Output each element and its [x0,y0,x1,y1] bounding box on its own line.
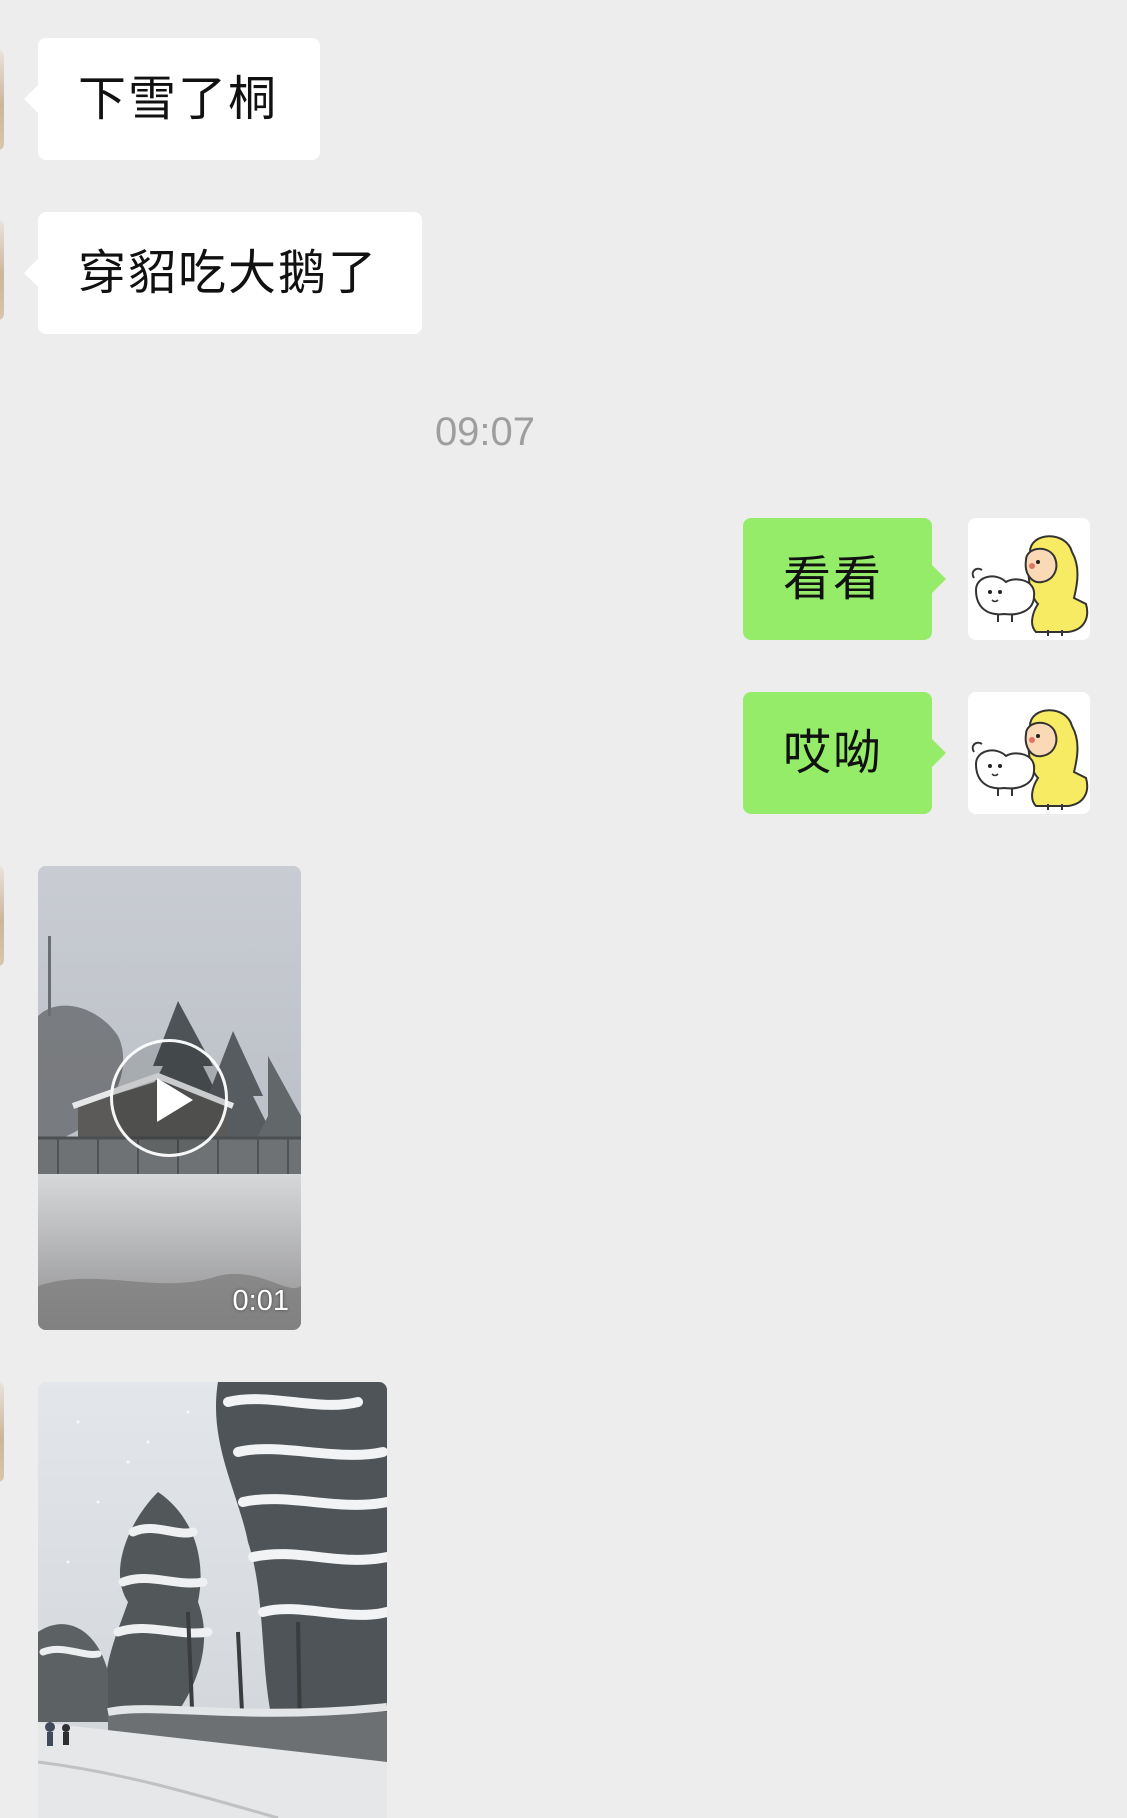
message-text: 下雪了桐 [78,71,279,127]
my-avatar[interactable] [968,692,1090,814]
sender-avatar-partial[interactable] [0,1382,4,1482]
my-avatar[interactable] [968,518,1090,640]
message-text: 看看 [783,551,884,607]
snow-photo-thumbnail [38,1382,387,1818]
message-timestamp: 09:07 [434,410,536,454]
sender-avatar-partial[interactable] [0,220,4,320]
incoming-message-bubble[interactable]: 穿貂吃大鹅了 [38,212,422,334]
incoming-message-bubble[interactable]: 下雪了桐 [38,38,320,160]
sender-avatar-partial[interactable] [0,50,4,150]
cartoon-avatar-icon [968,518,1090,640]
play-button[interactable] [110,1039,228,1157]
message-text: 哎呦 [783,725,884,781]
photo-message[interactable] [38,1382,387,1818]
video-duration: 0:01 [232,1285,289,1317]
message-text: 穿貂吃大鹅了 [78,245,379,301]
play-icon [157,1078,193,1122]
outgoing-message-bubble[interactable]: 哎呦 [743,692,932,814]
sender-avatar-partial[interactable] [0,866,4,966]
video-message[interactable]: 0:01 [38,866,301,1330]
outgoing-message-bubble[interactable]: 看看 [743,518,932,640]
chat-area: 下雪了桐 穿貂吃大鹅了 09:07 看看 哎呦 0:01 [0,0,1127,1818]
cartoon-avatar-icon [968,692,1090,814]
